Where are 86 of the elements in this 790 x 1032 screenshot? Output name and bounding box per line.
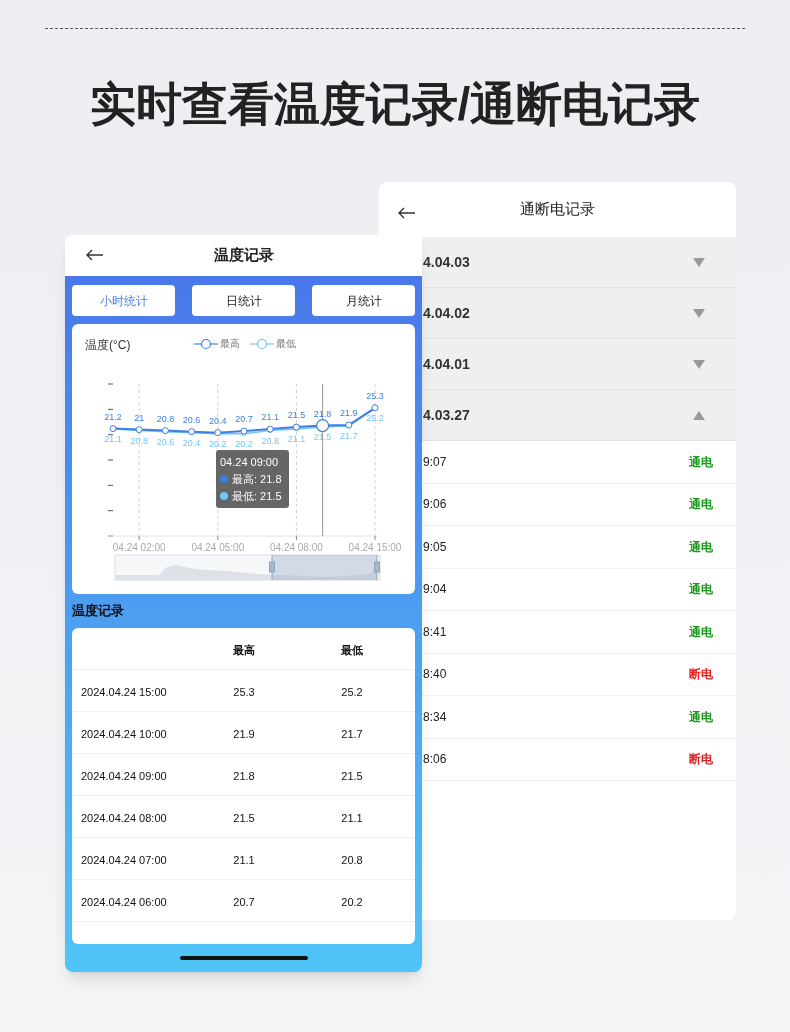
table-cell: 21.5: [341, 769, 363, 782]
table-cell: 21.9: [233, 727, 255, 740]
event-time: 8:06: [423, 751, 447, 769]
table-cell: 20.7: [233, 895, 255, 908]
tooltip-title: 04.24 09:00: [220, 455, 280, 470]
event-time: 8:34: [423, 708, 447, 726]
data-label: 20.8: [261, 435, 279, 446]
data-label: 20.4: [182, 437, 201, 448]
data-label: 21.1: [104, 434, 122, 445]
data-label: 21.7: [340, 431, 358, 442]
event-time: 9:05: [423, 538, 447, 556]
data-label: 21.8: [313, 408, 332, 419]
table-cell: 21.1: [341, 811, 363, 824]
axis-label: 04.24 15:00: [348, 542, 402, 553]
data-label: 25.2: [366, 413, 384, 424]
date-group-row[interactable]: 4.03.27: [422, 390, 736, 441]
event-time: 9:06: [423, 496, 447, 514]
event-time: 8:41: [423, 623, 447, 641]
caret-icon[interactable]: [693, 257, 705, 267]
table-cell: 2024.04.24 08:00: [81, 811, 167, 824]
table-cell: 21.1: [233, 853, 255, 866]
column-header: 最高: [233, 643, 255, 656]
table-cell: 2024.04.24 15:00: [81, 685, 167, 698]
table-cell: 2024.04.24 09:00: [81, 769, 167, 782]
date-group-row[interactable]: 4.04.03: [422, 237, 736, 288]
data-label: 20.4: [209, 415, 227, 426]
event-time: 8:40: [423, 666, 447, 684]
caret-icon[interactable]: [693, 359, 705, 369]
legend-label: 最高: [220, 337, 240, 351]
data-label: 20.6: [182, 414, 201, 425]
power-status: 通电: [689, 496, 713, 514]
caret-icon[interactable]: [693, 410, 705, 420]
data-label: 21.1: [287, 434, 306, 445]
table-cell: 25.3: [233, 685, 255, 698]
headline: 实时查看温度记录/通断电记录: [88, 77, 702, 132]
axis-label: 04.24 05:00: [191, 542, 245, 553]
data-label: 21.1: [261, 412, 279, 423]
table-cell: 2024.04.24 07:00: [81, 853, 167, 866]
tab[interactable]: 月统计: [312, 285, 415, 316]
tooltip-value: 最高: 21.8: [232, 472, 282, 487]
table-cell: 25.2: [341, 685, 363, 698]
date-group-row[interactable]: 4.04.01: [422, 339, 736, 390]
table-cell: 2024.04.24 10:00: [81, 727, 167, 740]
table-cell: 21.8: [233, 769, 255, 782]
data-label: 21.2: [104, 411, 122, 422]
power-status: 通电: [689, 708, 713, 726]
event-time: 9:04: [423, 581, 447, 599]
data-label: 21: [134, 412, 145, 423]
legend-icon: [250, 337, 274, 350]
power-status: 通电: [689, 623, 713, 641]
section-title: 温度记录: [72, 602, 124, 621]
axis-label: 04.24 02:00: [112, 542, 166, 553]
data-label: 20.6: [156, 436, 175, 447]
legend-label: 最低: [276, 337, 296, 351]
data-label: 20.8: [156, 413, 175, 424]
table-cell: 20.2: [341, 895, 363, 908]
power-status: 断电: [689, 751, 713, 769]
tab[interactable]: 日统计: [192, 285, 295, 316]
power-status: 通电: [689, 453, 713, 471]
table-cell: 2024.04.24 06:00: [81, 895, 167, 908]
back-icon[interactable]: [398, 207, 416, 219]
data-label: 20.2: [235, 438, 253, 449]
tab[interactable]: 小时统计: [72, 285, 175, 316]
data-label: 20.2: [209, 438, 227, 449]
date-group-row[interactable]: 4.04.02: [422, 288, 736, 339]
data-label: 20.8: [130, 435, 148, 446]
column-header: 最低: [341, 643, 363, 656]
table-cell: 21.5: [233, 811, 255, 824]
data-label: 25.3: [366, 390, 384, 401]
event-time: 9:07: [423, 453, 447, 471]
screen-title: 温度记录: [213, 246, 274, 264]
data-label: 20.7: [235, 414, 253, 425]
table-cell: 20.8: [341, 853, 363, 866]
tooltip-value: 最低: 21.5: [232, 489, 282, 504]
power-status: 通电: [689, 581, 713, 599]
back-icon[interactable]: [86, 249, 104, 261]
caret-icon[interactable]: [693, 308, 705, 318]
data-label: 21.5: [287, 410, 306, 421]
power-status: 断电: [689, 666, 713, 684]
data-label: 21.9: [340, 408, 358, 419]
table-cell: 21.7: [341, 727, 363, 740]
legend-icon: [194, 337, 218, 350]
power-status: 通电: [689, 538, 713, 556]
screen-title: 通断电记录: [520, 200, 595, 218]
chart-title: 温度(°C): [85, 337, 131, 354]
axis-label: 04.24 08:00: [270, 542, 323, 553]
